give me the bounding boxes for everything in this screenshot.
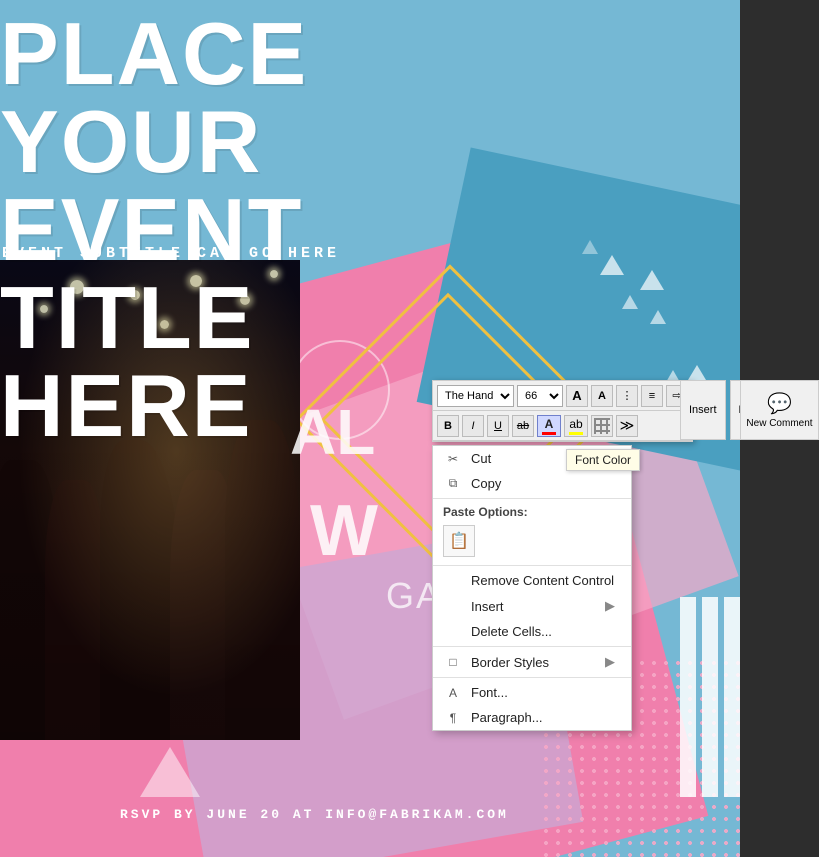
- font-menu-item[interactable]: A Font...: [433, 680, 631, 705]
- toolbar-top-row: The Hand 66 A A ⋮ ≡ ⇨: [433, 381, 692, 411]
- title-line2: EVENT TITLE: [0, 180, 303, 367]
- bullets-button[interactable]: ⋮: [616, 385, 638, 407]
- font-grow-button[interactable]: A: [566, 385, 588, 407]
- title-line3: HERE: [0, 356, 253, 455]
- delete-cells-label: Delete Cells...: [471, 624, 552, 639]
- bold-button[interactable]: B: [437, 415, 459, 437]
- cut-icon: ✂: [443, 452, 463, 466]
- poster-text-all: AL: [290, 400, 375, 464]
- separator-2: [433, 565, 631, 566]
- more-options-button[interactable]: ≫: [616, 415, 638, 437]
- cut-menu-item[interactable]: ✂ Cut: [433, 446, 631, 471]
- insert-button[interactable]: Insert: [680, 380, 726, 440]
- numbering-button[interactable]: ≡: [641, 385, 663, 407]
- separator-4: [433, 677, 631, 678]
- paste-options-label: Paste Options:: [433, 501, 631, 523]
- italic-button[interactable]: I: [462, 415, 484, 437]
- insert-arrow: ▶: [605, 598, 615, 614]
- font-color-button[interactable]: A: [537, 415, 561, 437]
- title-line1: PLACE YOUR: [0, 4, 308, 191]
- paste-icons-row: 📋: [433, 523, 631, 563]
- poster-subtitle: EVENT SUBTITLE CAN GO HERE: [2, 245, 340, 262]
- font-name-select[interactable]: The Hand: [437, 385, 514, 407]
- separator-3: [433, 646, 631, 647]
- poster-text-w: W: [310, 490, 378, 572]
- stripes-decoration: [680, 597, 740, 797]
- font-shrink-button[interactable]: A: [591, 385, 613, 407]
- paste-icon-1[interactable]: 📋: [443, 525, 475, 557]
- formatting-toolbar: The Hand 66 A A ⋮ ≡ ⇨ B I U ab A ab ≫: [432, 380, 693, 442]
- remove-content-control-item[interactable]: Remove Content Control: [433, 568, 631, 593]
- paragraph-label: Paragraph...: [471, 710, 543, 725]
- new-comment-label: New Comment: [746, 418, 812, 429]
- font-label: Font...: [471, 685, 508, 700]
- paragraph-menu-item[interactable]: ¶ Paragraph...: [433, 705, 631, 730]
- triangle-deco-4: [600, 255, 624, 275]
- font-size-select[interactable]: 66: [517, 385, 563, 407]
- cut-label: Cut: [471, 451, 491, 466]
- copy-menu-item[interactable]: ⧉ Copy: [433, 471, 631, 496]
- border-styles-icon: □: [443, 655, 463, 669]
- copy-label: Copy: [471, 476, 501, 491]
- triangle-deco-3: [650, 310, 666, 324]
- insert-menu-item[interactable]: Insert ▶: [433, 593, 631, 619]
- font-icon: A: [443, 686, 463, 700]
- triangle-deco-5: [582, 240, 598, 254]
- delete-cells-item[interactable]: Delete Cells...: [433, 619, 631, 644]
- poster-rsvp: RSVP BY JUNE 20 AT INFO@FABRIKAM.COM: [120, 807, 509, 822]
- triangle-bottom-left: [140, 747, 200, 797]
- triangle-deco-1: [640, 270, 664, 290]
- context-menu: ✂ Cut ⧉ Copy Paste Options: 📋 Remove Con…: [432, 445, 632, 731]
- separator-1: [433, 498, 631, 499]
- new-comment-button[interactable]: 💬 New Comment: [740, 380, 819, 440]
- underline-button[interactable]: U: [487, 415, 509, 437]
- toolbar-mid-row: B I U ab A ab ≫: [433, 411, 692, 441]
- border-styles-arrow: ▶: [605, 654, 615, 670]
- border-styles-item[interactable]: □ Border Styles ▶: [433, 649, 631, 675]
- copy-icon: ⧉: [443, 476, 463, 491]
- triangle-deco-2: [622, 295, 638, 309]
- strikethrough-button[interactable]: ab: [512, 415, 534, 437]
- insert-label: Insert: [471, 599, 504, 614]
- highlight-color-button[interactable]: ab: [564, 415, 588, 437]
- remove-content-control-label: Remove Content Control: [471, 573, 614, 588]
- border-styles-label: Border Styles: [471, 655, 549, 670]
- paragraph-icon: ¶: [443, 711, 463, 725]
- table-grid-button[interactable]: [591, 415, 613, 437]
